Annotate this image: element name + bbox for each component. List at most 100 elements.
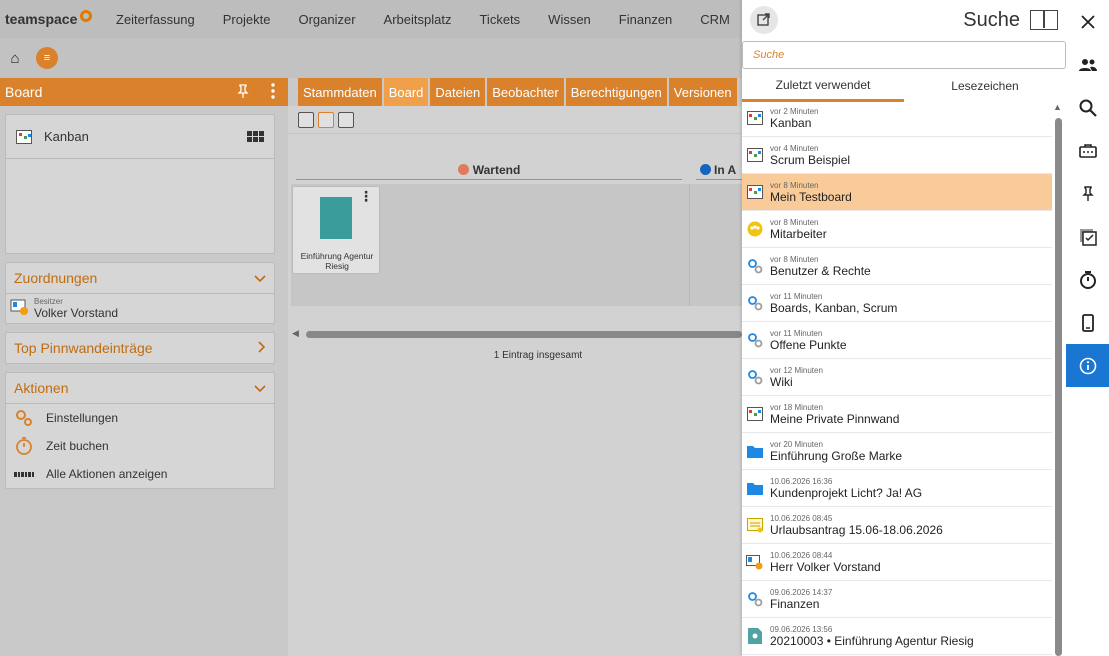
logo-icon xyxy=(80,10,93,22)
chart-view-icon[interactable] xyxy=(338,111,354,128)
action-show-all[interactable]: Alle Aktionen anzeigen xyxy=(6,460,274,488)
assignments-header[interactable]: Zuordnungen xyxy=(6,263,274,293)
view-switcher xyxy=(288,106,742,134)
actions-header[interactable]: Aktionen xyxy=(6,373,274,403)
tab-beobachter[interactable]: Beobachter xyxy=(487,78,564,106)
tab-berechtigungen[interactable]: Berechtigungen xyxy=(565,78,667,106)
nav-item-crm[interactable]: CRM xyxy=(686,12,744,27)
recent-item[interactable]: vor 11 Minuten Offene Punkte xyxy=(742,322,1052,359)
recent-item[interactable]: vor 12 Minuten Wiki xyxy=(742,359,1052,396)
nav-item-wissen[interactable]: Wissen xyxy=(534,12,605,27)
nav-item-organizer[interactable]: Organizer xyxy=(284,12,369,27)
horizontal-scrollbar[interactable] xyxy=(306,331,742,338)
nav-item-tickets[interactable]: Tickets xyxy=(465,12,534,27)
contact-icon xyxy=(746,553,764,571)
recent-item-time: vor 8 Minuten xyxy=(770,217,819,227)
nav-item-arbeitsplatz[interactable]: Arbeitsplatz xyxy=(370,12,466,27)
action-settings[interactable]: Einstellungen xyxy=(6,404,274,432)
tab-versionen[interactable]: Versionen xyxy=(668,78,737,106)
entry-count: 1 Eintrag insgesamt xyxy=(493,350,583,361)
nav-item-finanzen[interactable]: Finanzen xyxy=(605,12,686,27)
split-view-icon[interactable] xyxy=(1030,10,1058,30)
recent-item-time: vor 8 Minuten xyxy=(770,254,819,264)
board-header: Board xyxy=(0,78,288,106)
board-view-icon[interactable] xyxy=(318,111,334,128)
app-logo[interactable]: teamspace xyxy=(0,10,110,27)
home-icon[interactable]: ⌂ xyxy=(0,50,30,67)
open-link-icon[interactable] xyxy=(750,6,778,34)
recent-item-time: vor 8 Minuten xyxy=(770,180,819,190)
recent-item[interactable]: vor 18 Minuten Meine Private Pinnwand xyxy=(742,396,1052,433)
nav-item-zeiterfassung[interactable]: Zeiterfassung xyxy=(110,12,209,27)
recent-item[interactable]: vor 4 Minuten Scrum Beispiel xyxy=(742,137,1052,174)
vertical-scrollbar[interactable] xyxy=(1055,118,1062,656)
recent-item[interactable]: vor 11 Minuten Boards, Kanban, Scrum xyxy=(742,285,1052,322)
task-card[interactable]: ⋮ Einführung Agentur Riesig xyxy=(292,186,380,274)
close-icon[interactable] xyxy=(1066,0,1109,43)
gears-icon xyxy=(14,409,34,427)
recent-item-name: Herr Volker Vorstand xyxy=(770,559,881,574)
board-area: Stammdaten Board Dateien Beobachter Bere… xyxy=(288,78,742,656)
recent-item-name: Mitarbeiter xyxy=(770,226,827,241)
stopwatch-icon[interactable] xyxy=(1066,258,1109,301)
calendar-icon xyxy=(746,516,764,534)
scroll-left-icon[interactable]: ◀ xyxy=(292,328,299,339)
folder-icon xyxy=(746,442,764,460)
assignments-title: Zuordnungen xyxy=(14,270,98,286)
pin-icon[interactable] xyxy=(1066,172,1109,215)
more-vertical-icon[interactable] xyxy=(263,82,283,102)
recent-item-time: 09.06.2026 14:37 xyxy=(770,587,833,597)
nav-item-projekte[interactable]: Projekte xyxy=(209,12,285,27)
recent-item[interactable]: vor 8 Minuten Mitarbeiter xyxy=(742,211,1052,248)
grid-icon[interactable] xyxy=(247,131,264,142)
recent-item[interactable]: vor 20 Minuten Einführung Große Marke xyxy=(742,433,1052,470)
action-book-time[interactable]: Zeit buchen xyxy=(6,432,274,460)
recent-item-time: 09.06.2026 13:56 xyxy=(770,624,833,634)
recent-item[interactable]: 10.06.2026 08:45 Urlaubsantrag 15.06-18.0… xyxy=(742,507,1052,544)
owner-row[interactable]: Besitzer Volker Vorstand xyxy=(6,293,274,323)
lane-area: ⋮ Einführung Agentur Riesig xyxy=(291,184,742,306)
ticket-icon[interactable] xyxy=(1066,129,1109,172)
info-icon[interactable] xyxy=(1066,344,1109,387)
pinboard-header[interactable]: Top Pinnwandeinträge xyxy=(6,333,274,363)
recent-item[interactable]: 10.06.2026 16:36 Kundenprojekt Licht? Ja!… xyxy=(742,470,1052,507)
pinboard-title: Top Pinnwandeinträge xyxy=(14,340,153,356)
pin-icon[interactable] xyxy=(233,83,253,101)
recent-item[interactable]: vor 8 Minuten Benutzer & Rechte xyxy=(742,248,1052,285)
kanban-row[interactable]: Kanban xyxy=(6,115,274,159)
lane-header-wartend: Wartend xyxy=(296,160,682,180)
search-input[interactable]: Suche xyxy=(742,41,1066,69)
checklist-icon[interactable] xyxy=(1066,215,1109,258)
recent-item-name: Urlaubsantrag 15.06-18.06.2026 xyxy=(770,522,943,537)
tab-stammdaten[interactable]: Stammdaten xyxy=(298,78,382,106)
kanban-label: Kanban xyxy=(44,129,89,144)
list-view-icon[interactable] xyxy=(298,111,314,128)
owner-label: Besitzer xyxy=(34,297,63,306)
more-vertical-icon[interactable]: ⋮ xyxy=(359,189,373,203)
menu-icon[interactable]: ≡ xyxy=(36,47,58,69)
recent-item-name: Meine Private Pinnwand xyxy=(770,411,900,426)
tab-bookmarks[interactable]: Lesezeichen xyxy=(904,70,1066,102)
contact-card-icon xyxy=(10,298,30,319)
tab-board[interactable]: Board xyxy=(383,78,429,106)
recent-item[interactable]: 09.06.2026 13:56 20210003 • Einführung Ag… xyxy=(742,618,1052,655)
recent-item[interactable]: vor 2 Minuten Kanban xyxy=(742,100,1052,137)
chevron-down-icon xyxy=(254,380,266,396)
mobile-icon[interactable] xyxy=(1066,301,1109,344)
search-icon[interactable] xyxy=(1066,86,1109,129)
scroll-up-icon[interactable]: ▲ xyxy=(1053,102,1062,112)
tab-dateien[interactable]: Dateien xyxy=(430,78,486,106)
users-icon[interactable] xyxy=(1066,43,1109,86)
recent-item[interactable]: vor 8 Minuten Mein Testboard xyxy=(742,174,1052,211)
tab-recently-used[interactable]: Zuletzt verwendet xyxy=(742,70,904,102)
recent-item[interactable]: 10.06.2026 08:44 Herr Volker Vorstand xyxy=(742,544,1052,581)
left-panel: Board Kanban Zuordnungen Besitzer Volker… xyxy=(0,78,288,656)
actions-section: Aktionen Einstellungen Zeit buchen Alle … xyxy=(5,372,275,489)
gears-icon xyxy=(746,294,764,312)
recent-item-name: Benutzer & Rechte xyxy=(770,263,871,278)
lane-headers: Wartend In A xyxy=(296,160,742,180)
recent-item-time: 10.06.2026 16:36 xyxy=(770,476,833,486)
recent-item-name: Kanban xyxy=(770,115,812,130)
recent-item[interactable]: 09.06.2026 14:37 Finanzen xyxy=(742,581,1052,618)
search-title: Suche xyxy=(963,8,1020,31)
